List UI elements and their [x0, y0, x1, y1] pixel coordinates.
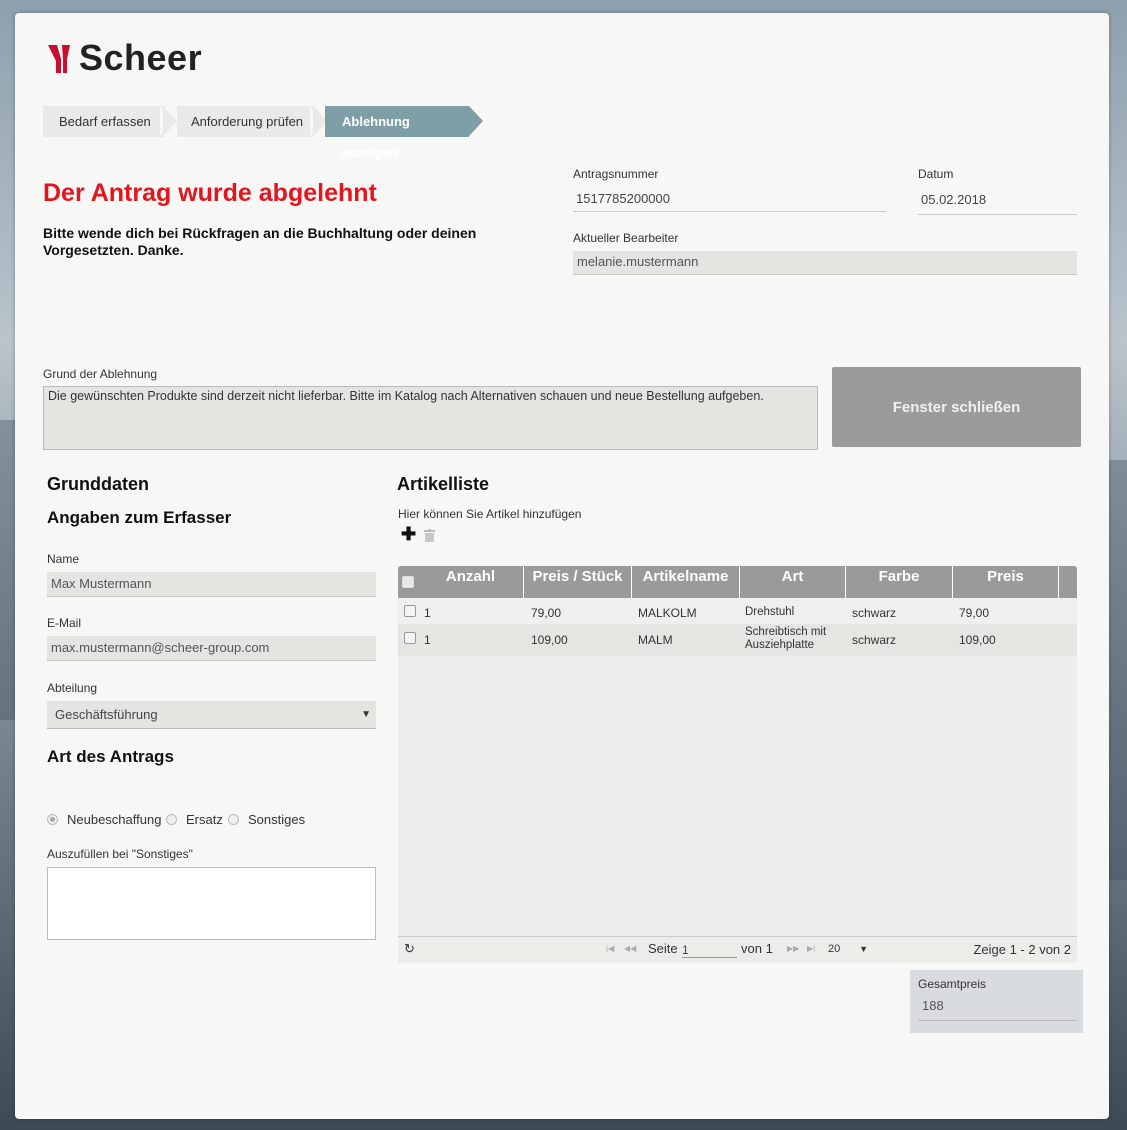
info-message: Bitte wende dich bei Rückfragen an die B…: [43, 225, 477, 258]
name-field[interactable]: Max Mustermann: [47, 572, 376, 597]
grid-header: Anzahl Preis / Stück Artikelname Art Far…: [398, 566, 1077, 598]
abteilung-label: Abteilung: [47, 681, 98, 695]
cell-preis: 79,00: [959, 606, 990, 620]
cell-art: Schreibtisch mit Ausziehplatte: [745, 626, 827, 651]
close-window-button[interactable]: Fenster schließen: [832, 367, 1081, 447]
gesamtpreis-panel: Gesamtpreis 188: [910, 970, 1083, 1033]
column-header-preis-stueck[interactable]: Preis / Stück: [524, 566, 632, 598]
bearbeiter-label: Aktueller Bearbeiter: [573, 231, 679, 245]
grunddaten-heading: Grunddaten: [47, 474, 149, 494]
step-bedarf-erfassen[interactable]: Bedarf erfassen: [43, 106, 164, 137]
artikel-hint: Hier können Sie Artikel hinzufügen: [398, 507, 582, 521]
cell-art: Drehstuhl: [745, 606, 795, 618]
gesamtpreis-field[interactable]: 188: [918, 998, 1077, 1021]
column-header-preis[interactable]: Preis: [953, 566, 1059, 598]
article-grid: Anzahl Preis / Stück Artikelname Art Far…: [398, 566, 1077, 963]
page-size-select[interactable]: 20 ▼: [828, 940, 870, 958]
page-label: Seite: [648, 941, 678, 956]
abteilung-select-value: Geschäftsführung: [55, 707, 158, 722]
name-label: Name: [47, 552, 80, 566]
chevron-down-icon: ▼: [859, 944, 868, 954]
page-title: Der Antrag wurde abgelehnt: [43, 179, 377, 207]
select-all-checkbox[interactable]: [402, 576, 414, 588]
plus-icon[interactable]: ✚: [401, 525, 416, 543]
table-row[interactable]: 1 79,00 MALKOLM Drehstuhl schwarz 79,00: [398, 598, 1077, 624]
brand-logo: Scheer: [79, 37, 203, 78]
cell-preis-stueck: 79,00: [531, 606, 562, 620]
cell-preis-stueck: 109,00: [531, 633, 568, 647]
first-page-icon[interactable]: |◀: [606, 944, 614, 953]
row-checkbox[interactable]: [404, 605, 416, 617]
gesamtpreis-label: Gesamtpreis: [918, 977, 987, 991]
last-page-icon[interactable]: ▶|: [807, 944, 815, 953]
cell-farbe: schwarz: [852, 633, 897, 647]
cell-preis: 109,00: [959, 633, 996, 647]
erfasser-heading: Angaben zum Erfasser: [47, 508, 232, 527]
refresh-icon[interactable]: ↻: [404, 941, 415, 957]
radio-ersatz[interactable]: [166, 814, 177, 825]
email-label: E-Mail: [47, 616, 82, 630]
antragsart-heading: Art des Antrags: [47, 747, 174, 766]
trash-icon[interactable]: [424, 529, 435, 542]
abteilung-select[interactable]: Geschäftsführung ▼: [47, 701, 376, 729]
page-size-value: 20: [828, 943, 841, 955]
cell-farbe: schwarz: [852, 606, 897, 620]
sonstiges-textarea[interactable]: [47, 867, 376, 940]
prev-page-icon[interactable]: ◀◀: [624, 944, 636, 953]
page-total: von 1: [741, 941, 773, 956]
datum-field[interactable]: 05.02.2018: [918, 189, 1077, 215]
page-input[interactable]: 1: [682, 941, 737, 958]
datum-label: Datum: [918, 167, 954, 181]
step-arrow: [163, 106, 177, 136]
step-ablehnung-anzeigen[interactable]: Ablehnung anzeigen: [325, 106, 469, 160]
column-header-anzahl[interactable]: Anzahl: [418, 566, 524, 598]
radio-neubeschaffung[interactable]: [47, 814, 58, 825]
main-card: Scheer Bedarf erfassen Anforderung prüfe…: [15, 13, 1109, 1119]
column-header-farbe[interactable]: Farbe: [846, 566, 953, 598]
scheer-logo-mark-icon: [48, 45, 70, 73]
record-summary: Zeige 1 - 2 von 2: [973, 942, 1071, 957]
radio-sonstiges-label: Sonstiges: [248, 812, 306, 827]
radio-ersatz-label: Ersatz: [186, 812, 223, 827]
column-header-art[interactable]: Art: [740, 566, 846, 598]
step-arrow-active: [469, 106, 483, 136]
radio-neubeschaffung-label: Neubeschaffung: [67, 812, 162, 827]
ablehnung-grund-textarea[interactable]: Die gewünschten Produkte sind derzeit ni…: [43, 386, 818, 450]
radio-sonstiges[interactable]: [228, 814, 239, 825]
antragsnummer-field[interactable]: 1517785200000: [573, 189, 886, 212]
cell-anzahl: 1: [424, 633, 431, 647]
grid-pager: ↻ |◀ ◀◀ Seite 1 von 1 ▶▶ ▶| 20 ▼ Zeige 1…: [398, 936, 1077, 963]
step-anforderung-pruefen[interactable]: Anforderung prüfen: [177, 106, 314, 137]
table-row[interactable]: 1 109,00 MALM Schreibtisch mit Ausziehpl…: [398, 624, 1077, 656]
row-checkbox[interactable]: [404, 632, 416, 644]
bearbeiter-field[interactable]: melanie.mustermann: [573, 251, 1077, 275]
cell-artikelname: MALM: [638, 633, 673, 647]
artikelliste-heading: Artikelliste: [397, 474, 490, 494]
antragsnummer-label: Antragsnummer: [573, 167, 659, 181]
next-page-icon[interactable]: ▶▶: [787, 944, 799, 953]
ablehnung-grund-label: Grund der Ablehnung: [43, 367, 158, 381]
column-header-artikelname[interactable]: Artikelname: [632, 566, 740, 598]
cell-artikelname: MALKOLM: [638, 606, 697, 620]
cell-anzahl: 1: [424, 606, 431, 620]
sonstiges-label: Auszufüllen bei "Sonstiges": [47, 847, 193, 861]
email-field[interactable]: max.mustermann@scheer-group.com: [47, 636, 376, 661]
chevron-down-icon: ▼: [361, 709, 371, 720]
